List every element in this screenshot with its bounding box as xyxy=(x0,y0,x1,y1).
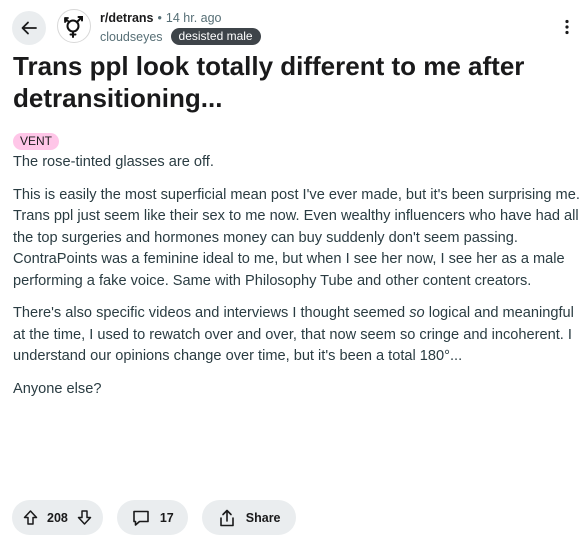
more-options-button[interactable] xyxy=(554,14,580,40)
comment-count: 17 xyxy=(159,510,174,525)
arrow-up-icon[interactable] xyxy=(22,509,39,526)
arrow-left-icon xyxy=(20,19,38,37)
subreddit-avatar[interactable] xyxy=(57,9,91,43)
vote-count: 208 xyxy=(47,510,68,525)
back-button[interactable] xyxy=(12,11,46,45)
comments-button[interactable]: 17 xyxy=(116,500,188,535)
subreddit-name[interactable]: r/detrans xyxy=(100,11,154,25)
post-paragraph: Anyone else? xyxy=(13,380,102,397)
post-actions: 208 17 Share xyxy=(12,500,296,535)
speech-bubble-icon xyxy=(131,508,151,528)
share-button[interactable]: Share xyxy=(201,500,296,535)
meta-separator: • xyxy=(157,11,162,25)
post-time: 14 hr. ago xyxy=(165,11,222,25)
post-paragraph: This is easily the most superficial mean… xyxy=(13,186,580,289)
post-paragraph: The rose-tinted glasses are off. xyxy=(13,154,214,170)
post-paragraph: There's also specific videos and intervi… xyxy=(13,305,574,364)
author-username[interactable]: cloudseyes xyxy=(100,30,163,44)
post-flair[interactable]: VENT xyxy=(13,133,60,150)
gender-symbol-icon xyxy=(61,13,87,39)
author-meta: cloudseyes desisted male xyxy=(100,28,261,45)
post-body: The rose-tinted glasses are off. This is… xyxy=(13,152,585,411)
share-icon xyxy=(217,508,237,528)
arrow-down-icon[interactable] xyxy=(76,509,93,526)
vote-bar: 208 xyxy=(12,500,103,535)
dots-vertical-icon xyxy=(559,19,575,35)
share-label: Share xyxy=(245,510,281,525)
subreddit-meta: r/detrans • 14 hr. ago xyxy=(100,11,222,25)
user-flair: desisted male xyxy=(170,28,261,45)
post-title: Trans ppl look totally different to me a… xyxy=(13,51,525,113)
